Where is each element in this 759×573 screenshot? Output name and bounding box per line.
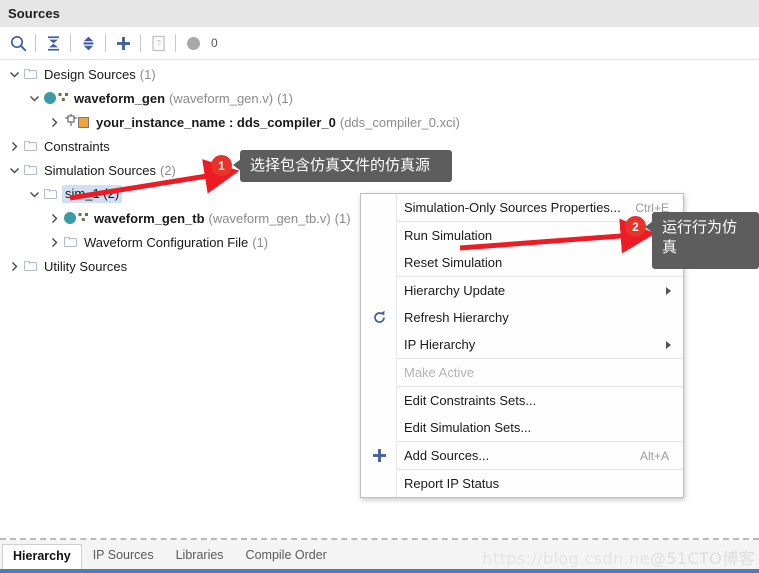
status-dot-icon: [179, 29, 207, 57]
chevron-down-icon[interactable]: [6, 158, 22, 182]
menu-item-reset-simulation[interactable]: Reset Simulation: [361, 249, 683, 276]
tree-item-label: Design Sources: [44, 66, 136, 82]
toolbar-separator: [175, 34, 176, 52]
status-count: 0: [211, 36, 218, 50]
annotation-callout-2: 运行行为仿真: [645, 212, 759, 269]
refresh-icon: [369, 308, 389, 328]
submenu-arrow-icon: [666, 340, 671, 349]
tree-item-filename: (waveform_gen_tb.v): [208, 210, 331, 226]
menu-item-edit-constraints-sets[interactable]: Edit Constraints Sets...: [361, 387, 683, 414]
tree-item-label: Simulation Sources: [44, 162, 156, 178]
watermark-brand: @51CTO博客: [649, 549, 755, 568]
tree-item-waveform-gen[interactable]: waveform_gen (waveform_gen.v) (1): [0, 86, 759, 110]
menu-item-label: Run Simulation: [404, 228, 493, 243]
chevron-right-icon[interactable]: [46, 230, 62, 254]
expand-all-icon[interactable]: [74, 29, 102, 57]
chevron-down-icon[interactable]: [26, 86, 42, 110]
callout-tail: [645, 221, 653, 233]
tab-hierarchy[interactable]: Hierarchy: [2, 544, 82, 569]
menu-item-refresh-hierarchy[interactable]: Refresh Hierarchy: [361, 304, 683, 331]
chevron-right-icon[interactable]: [6, 254, 22, 278]
tree-item-filename: (waveform_gen.v): [169, 90, 274, 106]
folder-icon: [22, 254, 40, 278]
tree-item-count: (1): [334, 210, 351, 226]
tree-item-label: waveform_gen_tb: [94, 210, 205, 226]
menu-item-edit-simulation-sets[interactable]: Edit Simulation Sets...: [361, 414, 683, 441]
menu-item-label: Reset Simulation: [404, 255, 503, 270]
chevron-right-icon[interactable]: [46, 110, 62, 134]
chevron-down-icon[interactable]: [26, 182, 42, 206]
chevron-down-icon[interactable]: [6, 62, 22, 86]
tree-item-your-instance-name[interactable]: your_instance_name : dds_compiler_0 (dds_…: [0, 110, 759, 134]
toolbar-separator: [35, 34, 36, 52]
annotation-callout-2-text: 运行行为仿真: [662, 218, 738, 256]
help-icon[interactable]: ?: [144, 29, 172, 57]
menu-item-accelerator: Alt+A: [639, 448, 669, 463]
context-menu: Simulation-Only Sources Properties... Ctr…: [360, 193, 684, 498]
annotation-badge-2: 2: [625, 216, 646, 237]
tab-ip-sources[interactable]: IP Sources: [82, 544, 165, 569]
toolbar-separator: [105, 34, 106, 52]
callout-tail: [233, 159, 241, 171]
menu-item-label: Make Active: [404, 365, 475, 380]
watermark-url: https://blog.csdn.ne: [482, 549, 650, 568]
module-icon: [42, 86, 70, 110]
tab-compile-order[interactable]: Compile Order: [235, 544, 338, 569]
menu-item-label: IP Hierarchy: [404, 337, 476, 352]
sources-toolbar: ? 0: [0, 27, 759, 59]
folder-icon: [62, 230, 80, 254]
search-icon[interactable]: [4, 29, 32, 57]
collapse-all-icon[interactable]: [39, 29, 67, 57]
toolbar-divider: [0, 59, 759, 60]
chevron-right-icon[interactable]: [46, 206, 62, 230]
menu-item-hierarchy-update[interactable]: Hierarchy Update: [361, 277, 683, 304]
tree-item-count: (1): [277, 90, 293, 106]
tree-item-count: (2): [160, 162, 176, 178]
toolbar-separator: [140, 34, 141, 52]
menu-item-label: Refresh Hierarchy: [404, 310, 509, 325]
annotation-callout-1-text: 选择包含仿真文件的仿真源: [250, 156, 431, 174]
tree-item-label: Constraints: [44, 138, 110, 154]
menu-item-label: Edit Simulation Sets...: [404, 420, 532, 435]
toolbar-separator: [70, 34, 71, 52]
menu-item-ip-hierarchy[interactable]: IP Hierarchy: [361, 331, 683, 358]
svg-text:?: ?: [155, 38, 160, 48]
ip-core-icon: [62, 110, 92, 134]
folder-icon: [22, 62, 40, 86]
watermark: https://blog.csdn.ne@51CTO博客: [482, 545, 755, 569]
add-sources-icon[interactable]: [109, 29, 137, 57]
annotation-callout-1: 选择包含仿真文件的仿真源: [233, 150, 452, 182]
tree-item-count: (1): [139, 66, 156, 82]
menu-item-label: Simulation-Only Sources Properties...: [404, 200, 621, 215]
submenu-arrow-icon: [666, 286, 671, 295]
tree-item-design-sources[interactable]: Design Sources (1): [0, 62, 759, 86]
tree-item-label: sim_1 (2): [62, 185, 123, 203]
menu-item-label: Add Sources...: [404, 448, 490, 463]
module-icon: [62, 206, 90, 230]
tree-item-label: Utility Sources: [44, 258, 128, 274]
tree-item-label: waveform_gen: [74, 90, 166, 106]
tree-item-label: your_instance_name : dds_compiler_0: [96, 114, 336, 130]
sources-panel-header: Sources: [0, 0, 759, 27]
folder-icon: [22, 134, 40, 158]
bottom-accent-bar: [0, 569, 759, 573]
tree-item-label: Waveform Configuration File: [84, 234, 249, 250]
page-title: Sources: [8, 6, 61, 21]
menu-item-report-ip-status[interactable]: Report IP Status: [361, 470, 683, 497]
menu-item-label: Hierarchy Update: [404, 283, 506, 298]
menu-item-make-active: Make Active: [361, 359, 683, 386]
tab-libraries[interactable]: Libraries: [165, 544, 235, 569]
folder-icon: [42, 182, 60, 206]
chevron-right-icon[interactable]: [6, 134, 22, 158]
tree-item-count: (1): [252, 234, 269, 250]
folder-icon: [22, 158, 40, 182]
annotation-badge-1: 1: [211, 155, 232, 176]
tree-item-filename: (dds_compiler_0.xci): [339, 114, 460, 130]
menu-item-add-sources[interactable]: Add Sources... Alt+A: [361, 442, 683, 469]
menu-item-label: Edit Constraints Sets...: [404, 393, 537, 408]
plus-icon: [369, 446, 389, 466]
menu-item-label: Report IP Status: [404, 476, 500, 491]
